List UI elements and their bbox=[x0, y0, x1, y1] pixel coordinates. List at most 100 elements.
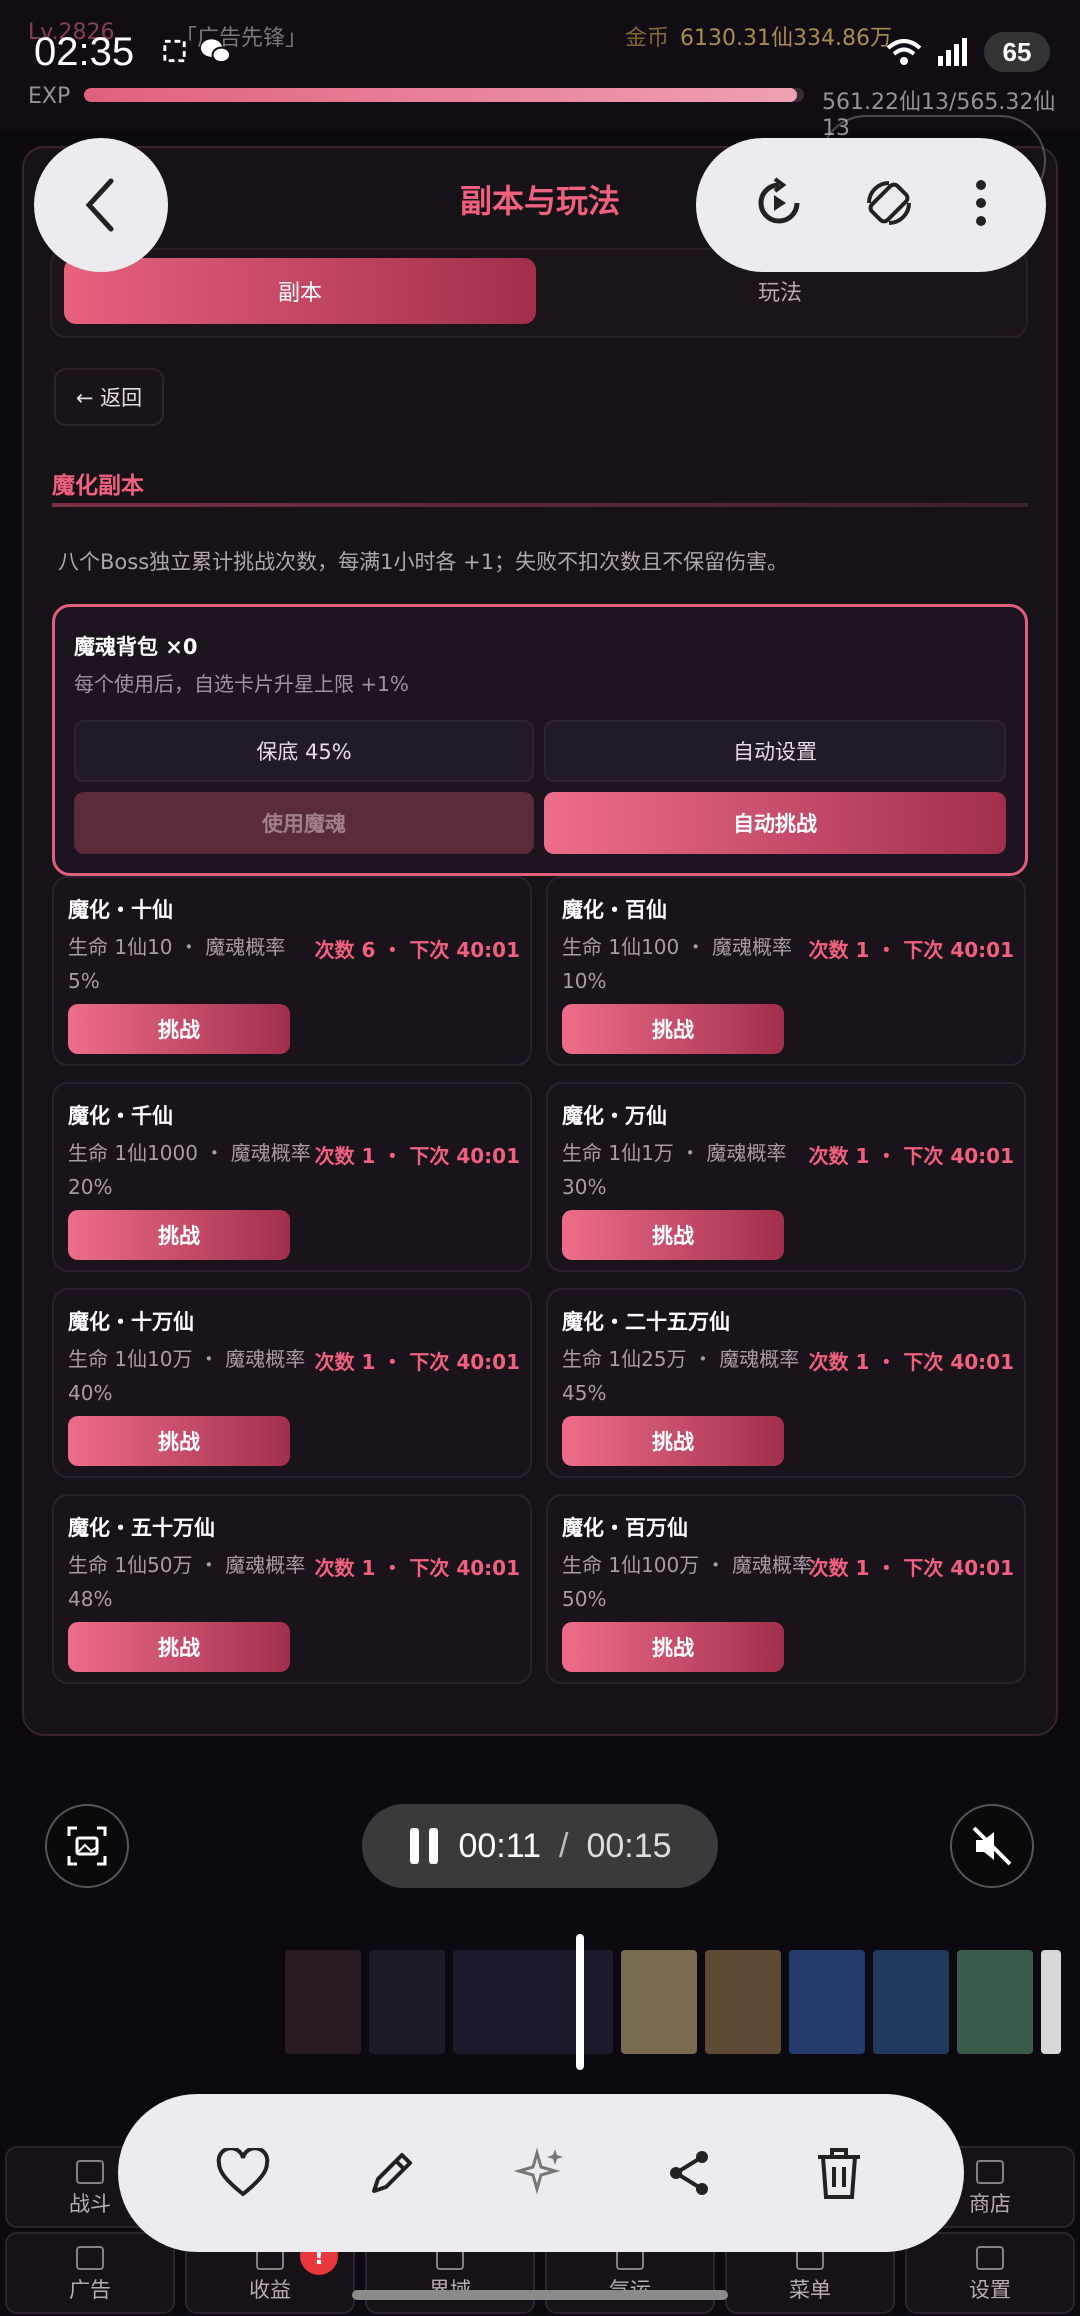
nav-label: 设置 bbox=[969, 2278, 1011, 2302]
thumbnail-current[interactable] bbox=[453, 1950, 613, 2054]
thumbnail[interactable] bbox=[789, 1950, 865, 2054]
more-options-button[interactable] bbox=[971, 175, 991, 235]
challenge-button[interactable]: 挑战 bbox=[562, 1210, 784, 1260]
total-time: 00:15 bbox=[586, 1826, 672, 1865]
dungeon-info: 生命 1仙50万 ・ 魔魂概率 48% bbox=[68, 1553, 306, 1611]
dungeon-info: 生命 1仙1000 ・ 魔魂概率 20% bbox=[68, 1141, 311, 1199]
exp-progress-fill bbox=[84, 88, 797, 102]
heart-icon bbox=[216, 2148, 269, 2197]
share-button[interactable] bbox=[660, 2143, 720, 2203]
playhead[interactable] bbox=[576, 1934, 584, 2070]
dungeon-count: 次数 1 ・ 下次 40:01 bbox=[314, 1144, 520, 1168]
challenge-button[interactable]: 挑战 bbox=[68, 1004, 290, 1054]
wifi-icon bbox=[886, 39, 922, 65]
challenge-button[interactable]: 挑战 bbox=[68, 1210, 290, 1260]
dungeon-name: 魔化・万仙 bbox=[562, 1104, 667, 1128]
dungeon-name: 魔化・百仙 bbox=[562, 898, 667, 922]
thumbnail[interactable] bbox=[1041, 1950, 1061, 2054]
thumbnail[interactable] bbox=[705, 1950, 781, 2054]
capture-image-icon bbox=[67, 1826, 107, 1866]
more-vertical-icon bbox=[976, 180, 986, 226]
delete-button[interactable] bbox=[809, 2143, 869, 2203]
soul-bag-title: 魔魂背包 ×0 bbox=[74, 635, 198, 659]
section-description: 八个Boss独立累计挑战次数，每满1小时各 +1；失败不扣次数且不保留伤害。 bbox=[58, 550, 789, 574]
section-title: 魔化副本 bbox=[52, 473, 144, 499]
status-notification-icons bbox=[160, 36, 232, 72]
speaker-muted-icon bbox=[972, 1826, 1012, 1866]
dungeon-name: 魔化・百万仙 bbox=[562, 1516, 688, 1540]
dungeon-count: 次数 6 ・ 下次 40:01 bbox=[314, 938, 520, 962]
favorite-button[interactable] bbox=[213, 2143, 273, 2203]
nav-label: 广告 bbox=[69, 2278, 111, 2302]
auto-setting-button[interactable]: 自动设置 bbox=[544, 720, 1006, 782]
dungeon-count: 次数 1 ・ 下次 40:01 bbox=[808, 1350, 1014, 1374]
thumbnail[interactable] bbox=[873, 1950, 949, 2054]
pencil-icon bbox=[371, 2153, 412, 2193]
dungeon-card: 魔化・百仙 生命 1仙100 ・ 魔魂概率 10% 次数 1 ・ 下次 40:0… bbox=[546, 876, 1026, 1066]
soul-bag-subtitle: 每个使用后，自选卡片升星上限 +1% bbox=[74, 672, 409, 696]
exp-label: EXP bbox=[28, 84, 71, 109]
dungeon-card: 魔化・百万仙 生命 1仙100万 ・ 魔魂概率 50% 次数 1 ・ 下次 40… bbox=[546, 1494, 1026, 1684]
dungeon-name: 魔化・十仙 bbox=[68, 898, 173, 922]
home-indicator[interactable] bbox=[352, 2290, 728, 2300]
challenge-button[interactable]: 挑战 bbox=[68, 1622, 290, 1672]
dungeon-info: 生命 1仙25万 ・ 魔魂概率 45% bbox=[562, 1347, 800, 1405]
replay-icon bbox=[758, 177, 800, 224]
edit-button[interactable] bbox=[362, 2143, 422, 2203]
replay-button[interactable] bbox=[751, 175, 807, 235]
overlay-back-button[interactable] bbox=[34, 138, 168, 272]
challenge-button[interactable]: 挑战 bbox=[68, 1416, 290, 1466]
auto-challenge-button[interactable]: 自动挑战 bbox=[544, 792, 1006, 854]
filmstrip[interactable] bbox=[285, 1950, 1080, 2054]
nav-ads[interactable]: 广告 bbox=[5, 2232, 175, 2314]
mute-button[interactable] bbox=[950, 1804, 1034, 1888]
chevron-left-icon bbox=[85, 178, 114, 232]
dungeon-card: 魔化・十万仙 生命 1仙10万 ・ 魔魂概率 40% 次数 1 ・ 下次 40:… bbox=[52, 1288, 532, 1478]
sparkle-icon bbox=[513, 2147, 563, 2195]
dungeon-name: 魔化・五十万仙 bbox=[68, 1516, 215, 1540]
thumbnail[interactable] bbox=[369, 1950, 445, 2054]
challenge-button[interactable]: 挑战 bbox=[562, 1416, 784, 1466]
back-button[interactable]: ← 返回 bbox=[54, 368, 164, 426]
sword-icon bbox=[76, 2160, 104, 2184]
dungeon-name: 魔化・十万仙 bbox=[68, 1310, 194, 1334]
challenge-button[interactable]: 挑战 bbox=[562, 1004, 784, 1054]
nav-settings[interactable]: 设置 bbox=[905, 2232, 1075, 2314]
tab-dungeon[interactable]: 副本 bbox=[64, 258, 536, 324]
dungeon-name: 魔化・二十五万仙 bbox=[562, 1310, 730, 1334]
challenge-button[interactable]: 挑战 bbox=[562, 1622, 784, 1672]
thumbnail[interactable] bbox=[957, 1950, 1033, 2054]
nav-label: 收益 bbox=[249, 2278, 291, 2302]
capture-frame-button[interactable] bbox=[45, 1804, 129, 1888]
pause-icon[interactable] bbox=[408, 1826, 440, 1866]
section-divider bbox=[52, 503, 1028, 507]
exp-progress-bar bbox=[84, 88, 804, 102]
store-icon bbox=[976, 2160, 1004, 2184]
status-time: 02:35 bbox=[34, 30, 135, 74]
dungeon-count: 次数 1 ・ 下次 40:01 bbox=[808, 1556, 1014, 1580]
dungeon-info: 生命 1仙10万 ・ 魔魂概率 40% bbox=[68, 1347, 306, 1405]
dungeon-count: 次数 1 ・ 下次 40:01 bbox=[808, 1144, 1014, 1168]
gallery-toolbar bbox=[118, 2094, 964, 2252]
dungeon-info: 生命 1仙100 ・ 魔魂概率 10% bbox=[562, 935, 792, 993]
thumbnail[interactable] bbox=[285, 1950, 361, 2054]
wechat-icon bbox=[201, 39, 232, 64]
dungeon-card: 魔化・千仙 生命 1仙1000 ・ 魔魂概率 20% 次数 1 ・ 下次 40:… bbox=[52, 1082, 532, 1272]
time-separator: / bbox=[559, 1826, 569, 1865]
dungeon-count: 次数 1 ・ 下次 40:01 bbox=[808, 938, 1014, 962]
dungeon-card: 魔化・五十万仙 生命 1仙50万 ・ 魔魂概率 48% 次数 1 ・ 下次 40… bbox=[52, 1494, 532, 1684]
guarantee-button[interactable]: 保底 45% bbox=[74, 720, 534, 782]
use-soul-button[interactable]: 使用魔魂 bbox=[74, 792, 534, 854]
dungeon-info: 生命 1仙100万 ・ 魔魂概率 50% bbox=[562, 1553, 812, 1611]
ai-enhance-button[interactable] bbox=[511, 2143, 571, 2203]
dungeon-card: 魔化・万仙 生命 1仙1万 ・ 魔魂概率 30% 次数 1 ・ 下次 40:01… bbox=[546, 1082, 1026, 1272]
dungeon-name: 魔化・千仙 bbox=[68, 1104, 173, 1128]
rotate-icon bbox=[867, 181, 911, 225]
dungeon-count: 次数 1 ・ 下次 40:01 bbox=[314, 1556, 520, 1580]
dungeon-card: 魔化・十仙 生命 1仙10 ・ 魔魂概率 5% 次数 6 ・ 下次 40:01 … bbox=[52, 876, 532, 1066]
rotate-button[interactable] bbox=[861, 175, 917, 235]
thumbnail[interactable] bbox=[621, 1950, 697, 2054]
playback-control: 00:11 / 00:15 bbox=[362, 1804, 718, 1888]
trash-icon bbox=[818, 2148, 861, 2199]
battery-indicator: 65 bbox=[984, 32, 1050, 72]
